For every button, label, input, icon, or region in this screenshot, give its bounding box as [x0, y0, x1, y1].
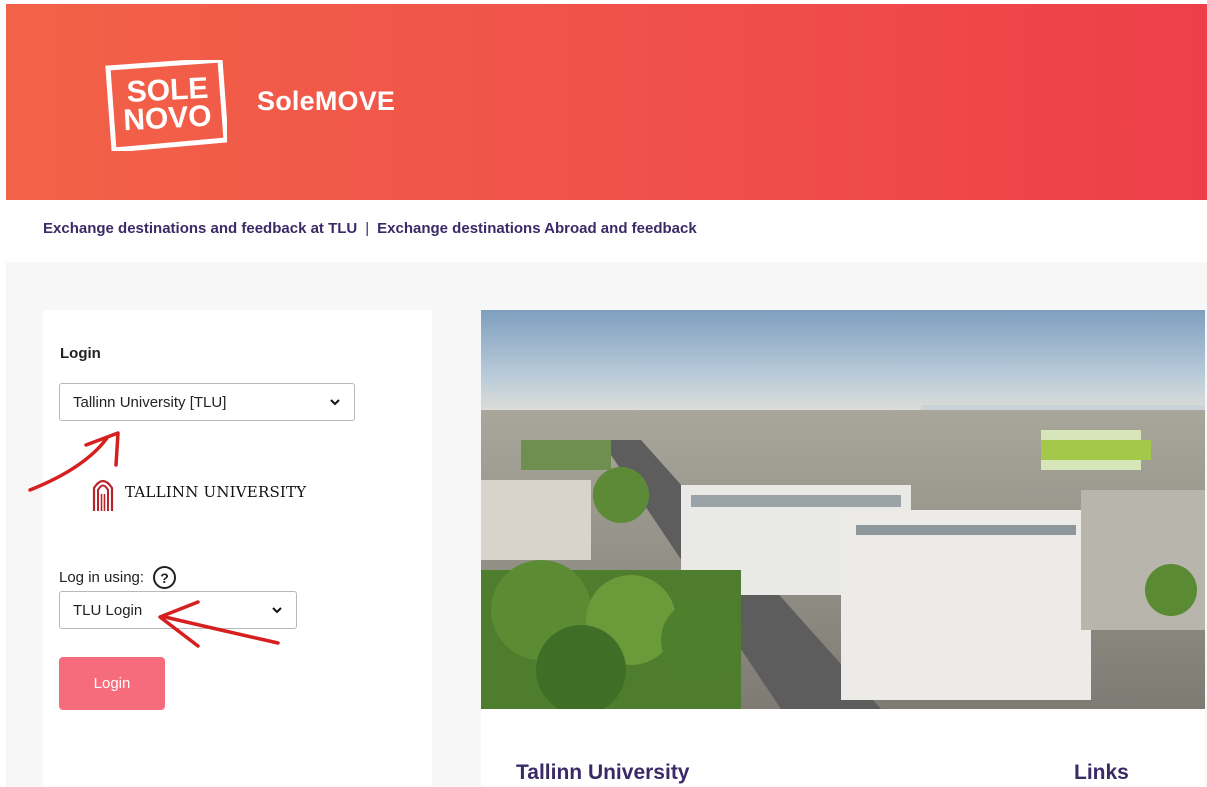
info-panel: Tallinn University Links — [481, 709, 1205, 787]
campus-aerial-image — [481, 310, 1205, 709]
solenovo-logo[interactable]: SOLE NOVO — [104, 57, 229, 153]
login-button[interactable]: Login — [59, 657, 165, 710]
nav-separator: | — [365, 220, 370, 237]
university-select-value: Tallinn University [TLU] — [73, 393, 227, 411]
tlu-emblem-icon — [92, 479, 114, 511]
login-heading: Login — [60, 345, 101, 362]
nav-link-destinations-tlu[interactable]: Exchange destinations and feedback at TL… — [43, 220, 357, 237]
university-select[interactable]: Tallinn University [TLU] — [59, 383, 355, 421]
nav-link-destinations-abroad[interactable]: Exchange destinations Abroad and feedbac… — [377, 220, 697, 237]
chevron-down-icon — [330, 399, 340, 406]
login-method-select[interactable]: TLU Login — [59, 591, 297, 629]
login-panel: Login Tallinn University [TLU] TALLINN U… — [43, 310, 432, 787]
campus-photo — [481, 310, 1205, 709]
university-logo-text: TALLINN UNIVERSITY — [125, 483, 307, 501]
university-title: Tallinn University — [516, 761, 690, 784]
page: SOLE NOVO SoleMOVE Exchange destinations… — [0, 0, 1207, 787]
top-nav: Exchange destinations and feedback at TL… — [43, 220, 697, 237]
login-method-select-value: TLU Login — [73, 601, 143, 619]
header-banner: SOLE NOVO SoleMOVE — [6, 4, 1207, 200]
app-name: SoleMOVE — [257, 86, 396, 116]
solenovo-logo-icon: SOLE NOVO — [105, 57, 229, 153]
university-logo: TALLINN UNIVERSITY — [92, 472, 306, 512]
question-circle-icon[interactable]: ? — [153, 566, 177, 589]
logo-line2: NOVO — [123, 100, 213, 138]
chevron-down-icon — [272, 607, 282, 614]
links-title: Links — [1074, 761, 1129, 784]
login-method-label-row: Log in using: ? — [59, 566, 177, 589]
login-using-label: Log in using: — [59, 569, 145, 586]
